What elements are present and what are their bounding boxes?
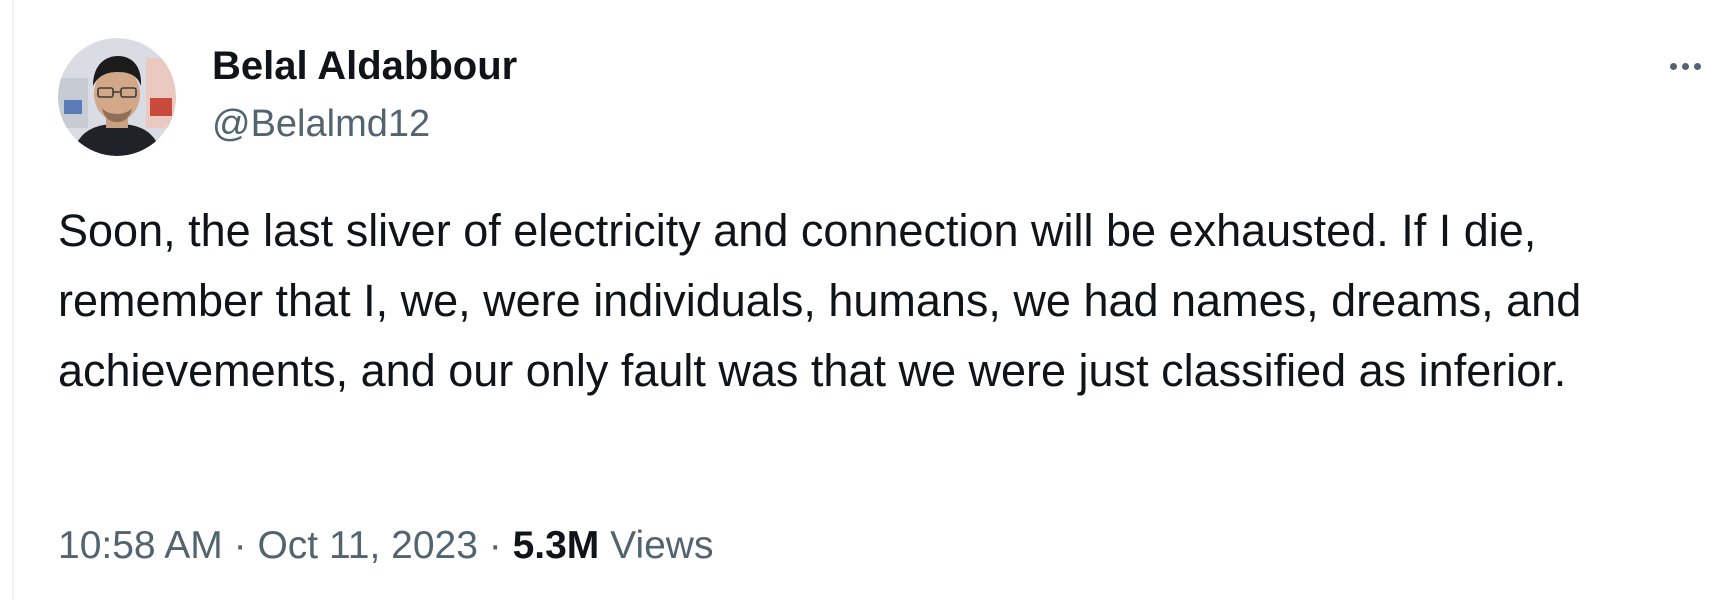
tweet-meta: 10:58 AM · Oct 11, 2023 · 5.3M Views: [58, 522, 713, 570]
tweet-card: Belal Aldabbour @Belalmd12 Soon, the las…: [0, 0, 1735, 600]
tweet-text: Soon, the last sliver of electricity and…: [58, 205, 1582, 396]
meta-separator: ·: [233, 524, 247, 567]
more-dot: [1681, 62, 1689, 70]
more-dot: [1693, 62, 1701, 70]
tweet-time[interactable]: 10:58 AM: [58, 524, 223, 567]
tweet-date[interactable]: Oct 11, 2023: [257, 524, 477, 567]
avatar-image: [58, 38, 176, 156]
author-handle[interactable]: @Belalmd12: [212, 101, 430, 147]
meta-separator: ·: [488, 524, 502, 567]
author-name[interactable]: Belal Aldabbour: [212, 42, 517, 90]
more-options-icon[interactable]: [1655, 46, 1715, 86]
views-label: Views: [610, 524, 714, 567]
views-count: 5.3M: [512, 524, 600, 567]
avatar[interactable]: [58, 38, 176, 156]
left-divider: [12, 0, 14, 600]
more-dot: [1669, 62, 1677, 70]
